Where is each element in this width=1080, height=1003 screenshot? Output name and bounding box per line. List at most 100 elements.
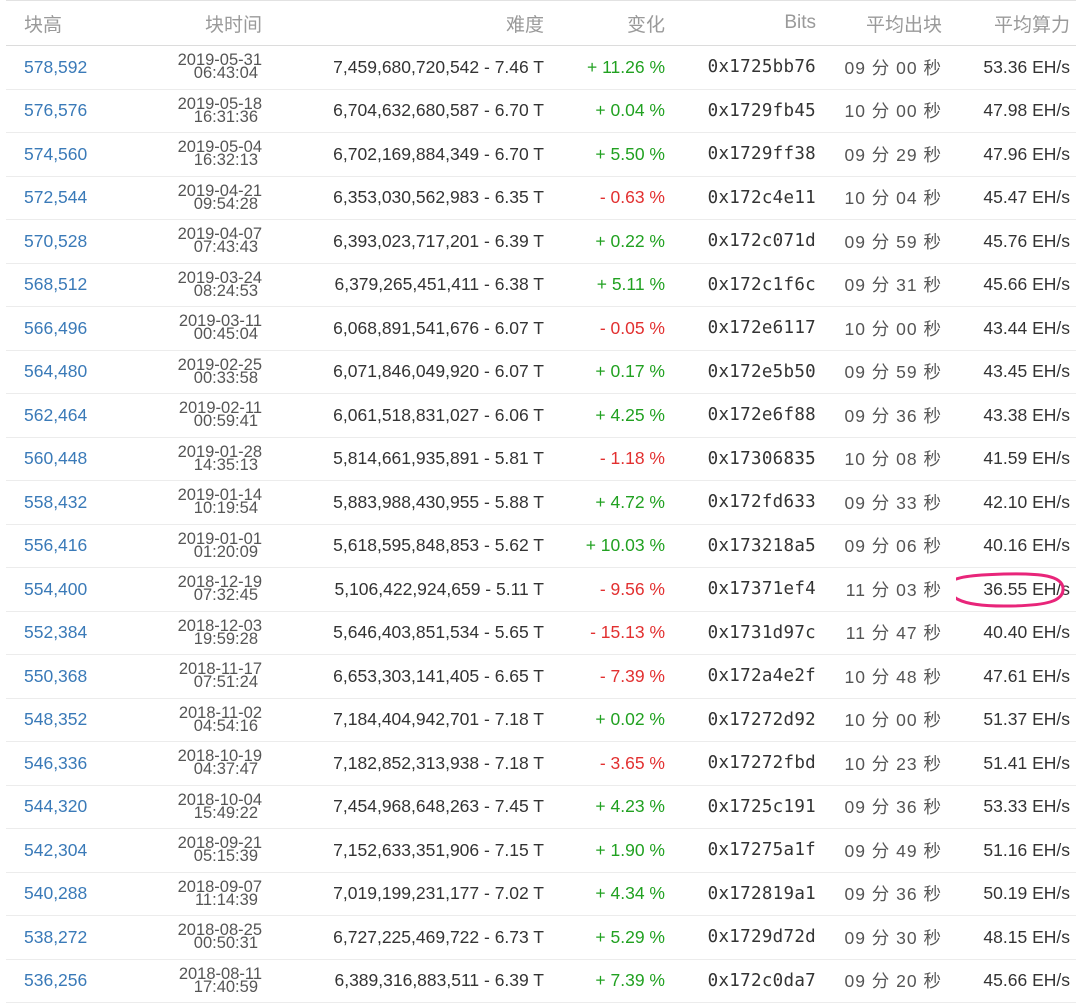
change-cell: + 5.50 %: [556, 132, 681, 177]
block-time-cell: 2019-04-07 07:43:43: [116, 219, 276, 264]
avg-hashrate-value: 47.61 EH/s: [983, 665, 1070, 686]
block-height-link[interactable]: 542,304: [24, 840, 87, 860]
block-height-link[interactable]: 556,416: [24, 535, 87, 555]
avg-hashrate-value: 51.41 EH/s: [983, 752, 1070, 773]
table-row: 570,528 2019-04-07 07:43:43 6,393,023,717,2…: [6, 219, 1076, 264]
bits-cell: 0x17306835: [681, 437, 826, 481]
block-time-cell: 2018-10-04 15:49:22: [116, 785, 276, 829]
block-time-cell: 2019-01-01 01:20:09: [116, 524, 276, 568]
avg-block-time-cell: 10 分 00 秒: [826, 306, 956, 351]
block-height-link[interactable]: 566,496: [24, 318, 87, 338]
block-time-cell: 2019-03-24 08:24:53: [116, 263, 276, 307]
avg-block-time-cell: 10 分 04 秒: [826, 176, 956, 220]
block-time-cell: 2019-05-18 16:31:36: [116, 89, 276, 133]
block-height-link[interactable]: 536,256: [24, 970, 87, 990]
avg-hashrate-value: 40.16 EH/s: [983, 535, 1070, 556]
table-row: 576,576 2019-05-18 16:31:36 6,704,632,680,5…: [6, 89, 1076, 133]
change-cell: + 0.02 %: [556, 698, 681, 742]
header-bits[interactable]: Bits: [681, 0, 826, 46]
avg-hashrate-value: 45.47 EH/s: [983, 187, 1070, 208]
difficulty-cell: 6,704,632,680,587 - 6.70 T: [276, 89, 556, 133]
avg-hashrate-value: 42.10 EH/s: [983, 491, 1070, 512]
block-height-link[interactable]: 572,544: [24, 187, 87, 207]
block-height-link[interactable]: 554,400: [24, 579, 87, 599]
block-height-link[interactable]: 564,480: [24, 361, 87, 381]
avg-block-time-cell: 09 分 59 秒: [826, 219, 956, 264]
table-row: 558,432 2019-01-14 10:19:54 5,883,988,430,9…: [6, 480, 1076, 525]
difficulty-cell: 5,106,422,924,659 - 5.11 T: [276, 567, 556, 612]
difficulty-history-table: 块高 块时间 难度 变化 Bits 平均出块 平均算力 578,592 2019-…: [6, 0, 1076, 1003]
header-change[interactable]: 变化: [556, 0, 681, 46]
block-height-link[interactable]: 558,432: [24, 492, 87, 512]
block-height-cell: 536,256: [6, 959, 116, 1003]
bits-cell: 0x1725c191: [681, 785, 826, 829]
block-time-cell: 2019-04-21 09:54:28: [116, 176, 276, 220]
avg-block-time-cell: 11 分 03 秒: [826, 567, 956, 612]
block-height-link[interactable]: 544,320: [24, 796, 87, 816]
avg-hashrate-cell: 45.66 EH/s: [956, 263, 1076, 307]
block-height-link[interactable]: 576,576: [24, 100, 87, 120]
change-cell: + 4.72 %: [556, 480, 681, 525]
table-row: 556,416 2019-01-01 01:20:09 5,618,595,848,8…: [6, 524, 1076, 568]
header-avg-block-time[interactable]: 平均出块: [826, 0, 956, 46]
change-cell: + 0.22 %: [556, 219, 681, 264]
block-height-cell: 568,512: [6, 263, 116, 307]
block-height-link[interactable]: 578,592: [24, 57, 87, 77]
bits-cell: 0x172c071d: [681, 219, 826, 264]
block-height-link[interactable]: 540,288: [24, 883, 87, 903]
header-block-time[interactable]: 块时间: [116, 0, 276, 46]
avg-hashrate-cell: 47.98 EH/s: [956, 89, 1076, 133]
avg-hashrate-cell: 41.59 EH/s: [956, 437, 1076, 481]
avg-hashrate-value: 41.59 EH/s: [983, 448, 1070, 469]
change-cell: - 7.39 %: [556, 654, 681, 699]
block-time-cell: 2019-01-28 14:35:13: [116, 437, 276, 481]
change-cell: + 11.26 %: [556, 45, 681, 90]
change-cell: + 0.04 %: [556, 89, 681, 133]
header-block-height[interactable]: 块高: [6, 0, 116, 46]
avg-block-time-cell: 09 分 36 秒: [826, 872, 956, 916]
block-height-link[interactable]: 548,352: [24, 709, 87, 729]
header-difficulty[interactable]: 难度: [276, 0, 556, 46]
change-cell: + 4.23 %: [556, 785, 681, 829]
block-height-link[interactable]: 568,512: [24, 274, 87, 294]
bits-cell: 0x17272fbd: [681, 741, 826, 786]
table-row: 564,480 2019-02-25 00:33:58 6,071,846,049,9…: [6, 350, 1076, 394]
avg-hashrate-cell: 45.47 EH/s: [956, 176, 1076, 220]
block-height-cell: 546,336: [6, 741, 116, 786]
change-cell: + 5.11 %: [556, 263, 681, 307]
block-height-link[interactable]: 574,560: [24, 144, 87, 164]
avg-hashrate-value: 45.66 EH/s: [983, 970, 1070, 991]
avg-block-time-cell: 09 分 00 秒: [826, 45, 956, 90]
avg-block-time-cell: 09 分 36 秒: [826, 393, 956, 438]
bits-cell: 0x172c0da7: [681, 959, 826, 1003]
block-height-cell: 560,448: [6, 437, 116, 481]
block-clock-time: 04:37:47: [193, 760, 258, 779]
block-height-cell: 544,320: [6, 785, 116, 829]
table-row: 536,256 2018-08-11 17:40:59 6,389,316,883,5…: [6, 959, 1076, 1003]
difficulty-cell: 6,068,891,541,676 - 6.07 T: [276, 306, 556, 351]
table-row: 560,448 2019-01-28 14:35:13 5,814,661,935,8…: [6, 437, 1076, 481]
change-cell: + 4.34 %: [556, 872, 681, 916]
avg-hashrate-value: 51.16 EH/s: [983, 839, 1070, 860]
bits-cell: 0x1729d72d: [681, 915, 826, 960]
avg-block-time-cell: 09 分 29 秒: [826, 132, 956, 177]
avg-hashrate-cell: 51.37 EH/s: [956, 698, 1076, 742]
block-height-link[interactable]: 546,336: [24, 753, 87, 773]
block-height-link[interactable]: 550,368: [24, 666, 87, 686]
block-time-cell: 2019-02-11 00:59:41: [116, 393, 276, 438]
block-height-link[interactable]: 560,448: [24, 448, 87, 468]
block-height-link[interactable]: 562,464: [24, 405, 87, 425]
table-row: 546,336 2018-10-19 04:37:47 7,182,852,313,9…: [6, 741, 1076, 786]
block-clock-time: 00:50:31: [193, 934, 258, 953]
header-avg-hashrate[interactable]: 平均算力: [956, 0, 1076, 46]
table-row: 544,320 2018-10-04 15:49:22 7,454,968,648,2…: [6, 785, 1076, 829]
change-cell: - 0.05 %: [556, 306, 681, 351]
block-height-link[interactable]: 570,528: [24, 231, 87, 251]
block-height-link[interactable]: 552,384: [24, 622, 87, 642]
block-height-link[interactable]: 538,272: [24, 927, 87, 947]
avg-block-time-cell: 10 分 23 秒: [826, 741, 956, 786]
difficulty-cell: 7,459,680,720,542 - 7.46 T: [276, 45, 556, 90]
difficulty-cell: 6,727,225,469,722 - 6.73 T: [276, 915, 556, 960]
block-time-cell: 2018-11-17 07:51:24: [116, 654, 276, 699]
block-height-cell: 572,544: [6, 176, 116, 220]
